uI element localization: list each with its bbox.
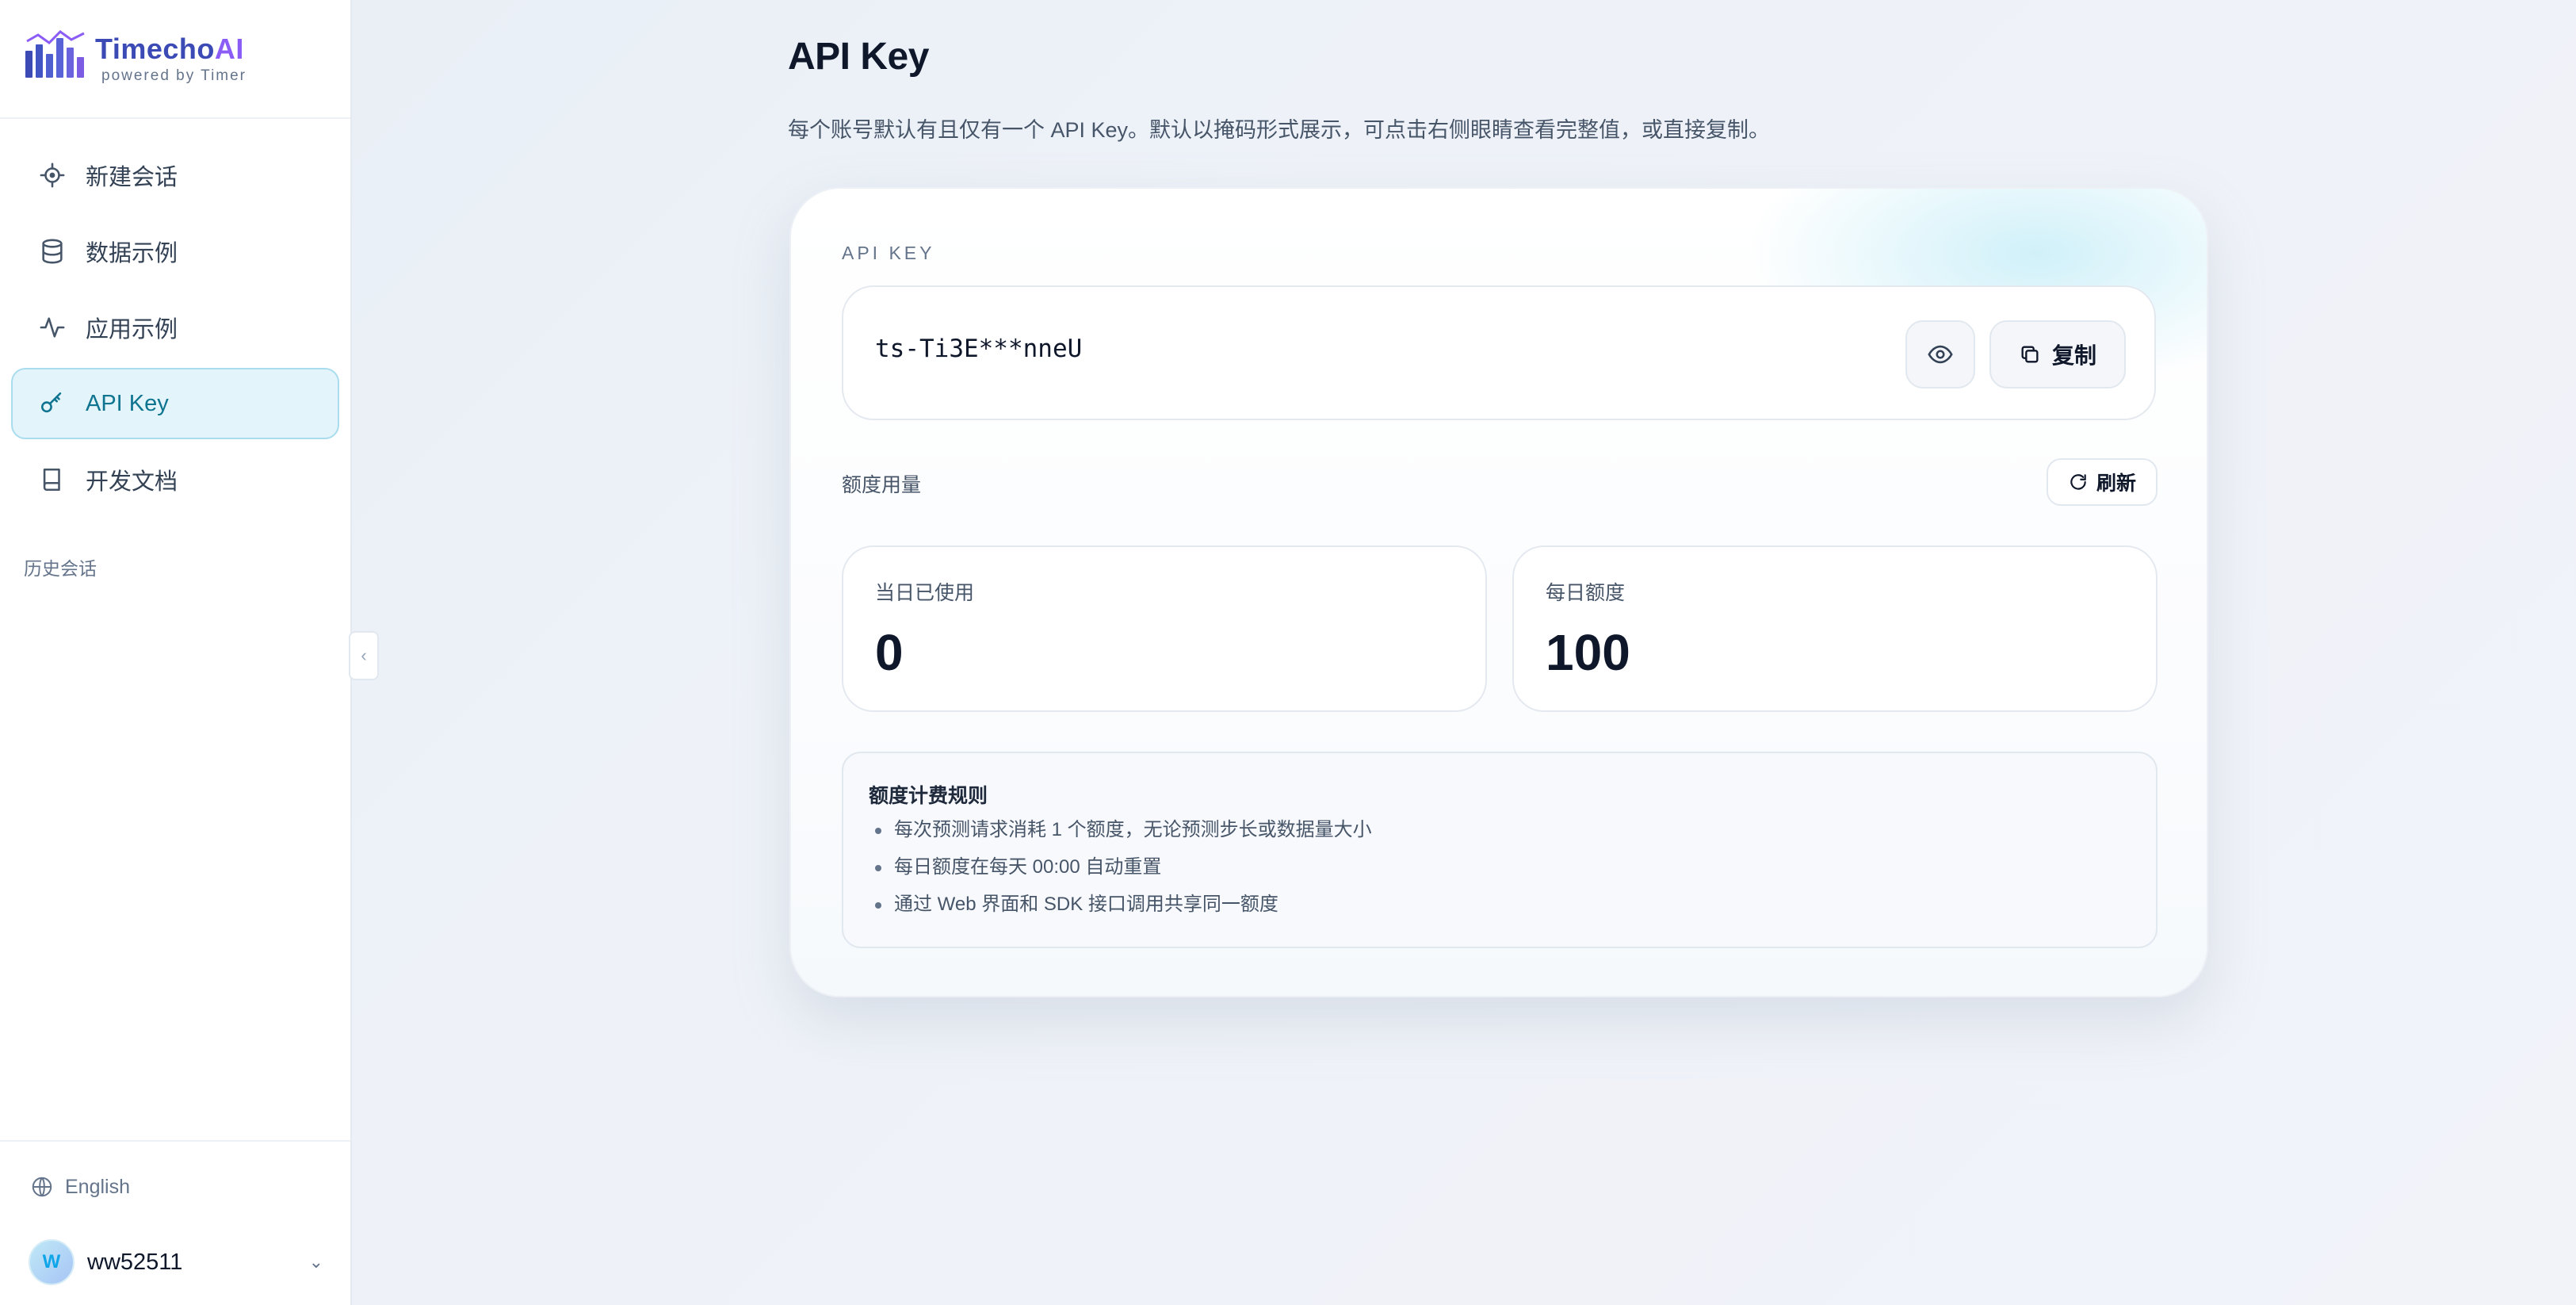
avatar: W bbox=[29, 1239, 75, 1285]
brand[interactable]: TimechoAI powered by Timer bbox=[0, 0, 350, 119]
language-label: English bbox=[65, 1175, 130, 1198]
copy-label: 复制 bbox=[2051, 343, 2096, 368]
sidebar-item-app-examples[interactable]: 应用示例 bbox=[11, 292, 339, 363]
reveal-key-button[interactable] bbox=[1905, 320, 1975, 388]
brand-name-accent: AI bbox=[214, 33, 244, 65]
sidebar-item-label: 新建会话 bbox=[86, 165, 178, 190]
api-key-field: ts-Ti3E***nneU 复制 bbox=[842, 285, 2156, 420]
used-today-stat: 当日已使用 0 bbox=[842, 545, 1487, 712]
chevron-left-icon: ‹ bbox=[361, 645, 367, 665]
crosshair-icon bbox=[38, 161, 67, 189]
brand-name-main: Timecho bbox=[95, 33, 215, 65]
database-icon bbox=[38, 237, 67, 266]
sidebar-item-label: 应用示例 bbox=[86, 317, 178, 343]
sidebar-item-data-examples[interactable]: 数据示例 bbox=[11, 216, 339, 287]
sidebar-item-label: 数据示例 bbox=[86, 241, 178, 266]
copy-icon bbox=[2021, 346, 2039, 363]
refresh-button[interactable]: 刷新 bbox=[2047, 458, 2157, 506]
list-item: 通过 Web 界面和 SDK 接口调用共享同一额度 bbox=[869, 893, 1372, 930]
brand-subtitle: powered by Timer bbox=[101, 67, 247, 84]
language-switcher[interactable]: English bbox=[30, 1175, 130, 1199]
sidebar-item-new-chat[interactable]: 新建会话 bbox=[11, 140, 339, 211]
user-menu[interactable]: W ww52511 ⌄ bbox=[29, 1237, 323, 1288]
api-key-value[interactable]: ts-Ti3E***nneU bbox=[875, 335, 1082, 363]
sidebar-item-label: API Key bbox=[86, 390, 169, 416]
stat-label: 当日已使用 bbox=[875, 582, 975, 604]
page-title: API Key bbox=[788, 36, 929, 78]
sidebar: TimechoAI powered by Timer 新建会话 数据示例 应用示… bbox=[0, 0, 352, 1305]
list-item: 每日额度在每天 00:00 自动重置 bbox=[869, 855, 1372, 893]
quota-section-label: 额度用量 bbox=[842, 474, 922, 496]
sidebar-item-label: 开发文档 bbox=[86, 469, 178, 495]
stat-label: 每日额度 bbox=[1546, 582, 1626, 604]
chevron-down-icon: ⌄ bbox=[308, 1252, 323, 1272]
brand-name: TimechoAI bbox=[95, 32, 244, 67]
daily-quota-stat: 每日额度 100 bbox=[1512, 545, 2157, 712]
activity-icon bbox=[38, 313, 67, 342]
sidebar-nav: 新建会话 数据示例 应用示例 API Key 开发文档 bbox=[11, 140, 339, 520]
stat-value: 0 bbox=[875, 624, 904, 681]
api-key-card: API KEY ts-Ti3E***nneU 复制 额度用量 刷新 当日已使用 … bbox=[789, 187, 2208, 997]
refresh-icon bbox=[2070, 474, 2086, 490]
globe-icon bbox=[32, 1177, 52, 1197]
username: ww52511 bbox=[87, 1249, 183, 1275]
eye-icon bbox=[1928, 345, 1953, 364]
sidebar-collapse-button[interactable]: ‹ bbox=[349, 631, 379, 680]
key-icon bbox=[38, 389, 67, 418]
book-icon bbox=[38, 465, 67, 494]
quota-rules: 额度计费规则 每次预测请求消耗 1 个额度，无论预测步长或数据量大小 每日额度在… bbox=[842, 752, 2157, 948]
copy-key-button[interactable]: 复制 bbox=[1989, 320, 2126, 388]
rules-list: 每次预测请求消耗 1 个额度，无论预测步长或数据量大小 每日额度在每天 00:0… bbox=[869, 818, 1372, 930]
logo-icon bbox=[25, 30, 85, 78]
history-section-label: 历史会话 bbox=[24, 558, 97, 579]
stat-value: 100 bbox=[1546, 624, 1630, 681]
rules-title: 额度计费规则 bbox=[869, 785, 988, 807]
list-item: 每次预测请求消耗 1 个额度，无论预测步长或数据量大小 bbox=[869, 818, 1372, 855]
api-key-label: API KEY bbox=[842, 243, 935, 263]
sidebar-footer: English W ww52511 ⌄ bbox=[0, 1140, 350, 1305]
sidebar-item-dev-docs[interactable]: 开发文档 bbox=[11, 444, 339, 515]
sidebar-item-api-key[interactable]: API Key bbox=[11, 368, 339, 439]
refresh-label: 刷新 bbox=[2096, 473, 2136, 495]
page-description: 每个账号默认有且仅有一个 API Key。默认以掩码形式展示，可点击右侧眼睛查看… bbox=[788, 118, 1771, 142]
